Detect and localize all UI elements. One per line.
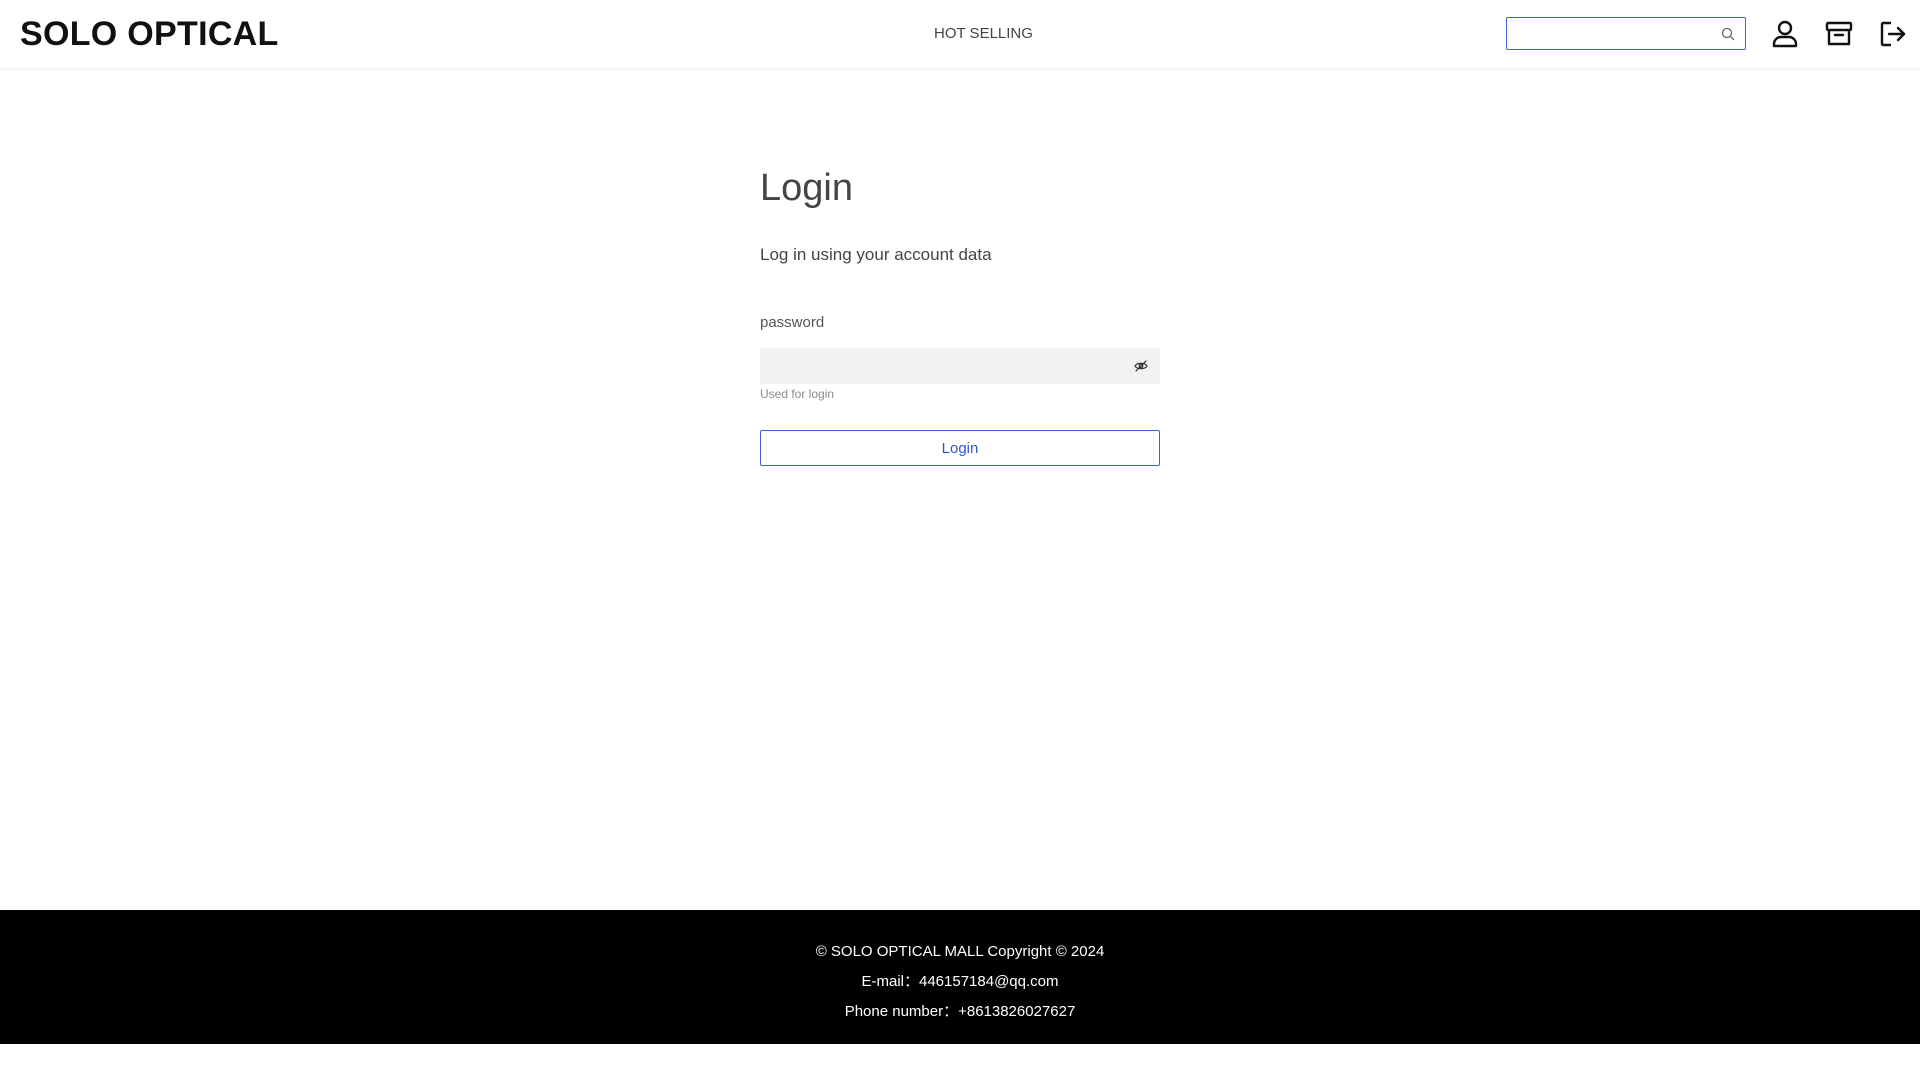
login-button[interactable]: Login [760, 430, 1160, 466]
login-subtitle: Log in using your account data [760, 245, 992, 264]
search-input[interactable] [1513, 22, 1709, 46]
password-hint: Used for login [760, 387, 835, 401]
password-label: password [760, 314, 825, 331]
user-icon[interactable] [1769, 18, 1801, 50]
footer-phone: Phone number：+8613826027627 [844, 1003, 1076, 1020]
search-box [1506, 17, 1746, 50]
search-icon[interactable] [1720, 26, 1736, 42]
password-field-wrapper [760, 348, 1160, 384]
archive-icon[interactable] [1823, 18, 1855, 50]
page-title: Login [760, 167, 853, 209]
site-header: SOLO OPTICAL HOT SELLING [0, 0, 1920, 68]
logout-icon[interactable] [1877, 18, 1909, 50]
footer-copyright: © SOLO OPTICAL MALL Copyright © 2024 [815, 943, 1105, 960]
nav-hot-selling[interactable]: HOT SELLING [934, 24, 1033, 44]
brand-logo[interactable]: SOLO OPTICAL [20, 14, 279, 54]
footer-email: E-mail：446157184@qq.com [861, 973, 1059, 990]
site-footer: © SOLO OPTICAL MALL Copyright © 2024 E-m… [0, 910, 1920, 1044]
eye-off-icon[interactable] [1134, 359, 1148, 373]
password-input[interactable] [768, 354, 1108, 378]
